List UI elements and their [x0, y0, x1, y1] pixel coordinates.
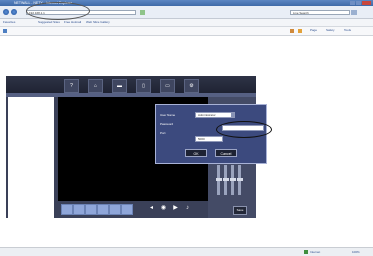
- home-icon[interactable]: [290, 29, 294, 33]
- settings-icon[interactable]: ⚙: [184, 79, 199, 93]
- home-icon[interactable]: ⌂: [88, 79, 103, 93]
- ok-button[interactable]: OK: [185, 149, 207, 157]
- forward-icon[interactable]: [11, 9, 17, 15]
- command-bar: Page Safety Tools: [0, 27, 373, 36]
- favorites-bar: Favorites Suggested Sites Free Hotmail W…: [0, 19, 373, 27]
- help-icon[interactable]: ?: [64, 79, 79, 93]
- playback-icon[interactable]: ▯: [136, 79, 151, 93]
- prev-icon[interactable]: ◂: [147, 204, 156, 213]
- save-button[interactable]: Save: [233, 206, 247, 215]
- safety-menu[interactable]: Safety: [326, 27, 335, 34]
- tools-menu[interactable]: Tools: [344, 27, 351, 34]
- tab-icon[interactable]: [3, 29, 7, 33]
- maximize-button[interactable]: [356, 1, 361, 5]
- password-label: Password: [160, 122, 174, 126]
- favorite-link[interactable]: Suggested Sites: [38, 19, 60, 26]
- back-icon[interactable]: [3, 9, 9, 15]
- search-input[interactable]: Live Search: [290, 10, 350, 15]
- layout-16-button[interactable]: [97, 204, 109, 215]
- feeds-icon[interactable]: [298, 29, 302, 33]
- favorites-button[interactable]: Favorites: [3, 19, 15, 26]
- port-input[interactable]: 5000: [195, 136, 223, 142]
- slider-knob[interactable]: [236, 178, 243, 181]
- close-button[interactable]: [362, 1, 371, 5]
- globe-icon: [304, 250, 308, 254]
- username-select[interactable]: Administrator: [195, 112, 235, 118]
- address-highlight-ellipse: [26, 2, 90, 20]
- slider-knob[interactable]: [222, 178, 229, 181]
- slider-knob[interactable]: [215, 178, 222, 181]
- device-list-panel[interactable]: [8, 97, 54, 218]
- search-icon[interactable]: [351, 10, 357, 15]
- port-label: Port: [160, 131, 166, 135]
- slider-knob[interactable]: [229, 178, 236, 181]
- layout-full-button[interactable]: [109, 204, 121, 215]
- username-label: User Name: [160, 113, 176, 117]
- record-icon[interactable]: ▶: [171, 204, 180, 213]
- layout-9-button[interactable]: [85, 204, 97, 215]
- monitor-icon[interactable]: ▭: [160, 79, 175, 93]
- chevron-down-icon[interactable]: [231, 113, 234, 117]
- layout-1-button[interactable]: [61, 204, 73, 215]
- refresh-icon[interactable]: [140, 10, 145, 15]
- favorite-link[interactable]: Web Slice Gallery: [86, 19, 110, 26]
- audio-icon[interactable]: ♪: [183, 204, 192, 213]
- app-nav-bar: [6, 76, 256, 93]
- favorite-link[interactable]: Free Hotmail: [64, 19, 81, 26]
- page-menu[interactable]: Page: [310, 27, 317, 34]
- layout-4-button[interactable]: [73, 204, 85, 215]
- layout-custom-button[interactable]: [121, 204, 133, 215]
- password-highlight-ellipse: [216, 121, 272, 138]
- snapshot-icon[interactable]: ◉: [159, 204, 168, 213]
- video-icon[interactable]: ▬: [112, 79, 127, 93]
- minimize-button[interactable]: [350, 1, 355, 5]
- cancel-button[interactable]: Cancel: [215, 149, 237, 157]
